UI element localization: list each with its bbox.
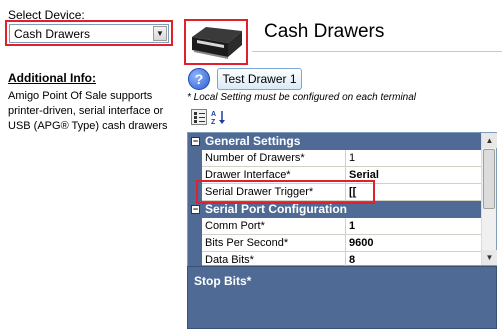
- property-description-panel: Stop Bits*: [187, 266, 497, 329]
- description-title: Stop Bits*: [194, 274, 252, 288]
- property-name: Bits Per Second*: [202, 235, 346, 252]
- property-value[interactable]: 1: [346, 218, 482, 235]
- property-name: Number of Drawers*: [202, 150, 346, 167]
- device-select[interactable]: Cash Drawers ▼: [9, 24, 169, 43]
- category-title: Serial Port Configuration: [205, 202, 348, 216]
- category-general-settings[interactable]: − General Settings: [188, 133, 482, 150]
- alphabetical-sort-icon[interactable]: A Z: [210, 109, 226, 126]
- property-row[interactable]: Number of Drawers* 1: [188, 150, 482, 167]
- scroll-up-icon[interactable]: ▲: [482, 133, 497, 148]
- serial-trigger-highlight: [196, 180, 375, 204]
- collapse-icon[interactable]: −: [191, 205, 200, 214]
- page-title: Cash Drawers: [264, 21, 385, 42]
- svg-text:A: A: [211, 111, 216, 118]
- property-row[interactable]: Bits Per Second* 9600: [188, 235, 482, 252]
- property-value[interactable]: 9600: [346, 235, 482, 252]
- collapse-icon[interactable]: −: [191, 137, 200, 146]
- additional-info-title: Additional Info:: [8, 71, 96, 85]
- svg-text:Z: Z: [211, 119, 216, 125]
- vertical-scrollbar[interactable]: ▲ ▼: [481, 133, 497, 265]
- scroll-thumb[interactable]: [483, 149, 495, 209]
- additional-info-text: Amigo Point Of Sale supports printer-dri…: [8, 90, 168, 132]
- property-name: Comm Port*: [202, 218, 346, 235]
- scroll-down-icon[interactable]: ▼: [482, 250, 497, 265]
- property-value[interactable]: 1: [346, 150, 482, 167]
- local-setting-note: * Local Setting must be configured on ea…: [187, 92, 417, 103]
- help-button[interactable]: ?: [188, 68, 210, 90]
- device-select-value: Cash Drawers: [14, 27, 91, 41]
- category-title: General Settings: [205, 134, 301, 148]
- categorized-view-icon[interactable]: [191, 109, 207, 125]
- property-row[interactable]: Comm Port* 1: [188, 218, 482, 235]
- cash-drawer-icon: [188, 23, 244, 61]
- chevron-down-icon[interactable]: ▼: [153, 26, 167, 41]
- test-drawer-button[interactable]: Test Drawer 1: [217, 68, 302, 90]
- header-divider: [252, 51, 502, 52]
